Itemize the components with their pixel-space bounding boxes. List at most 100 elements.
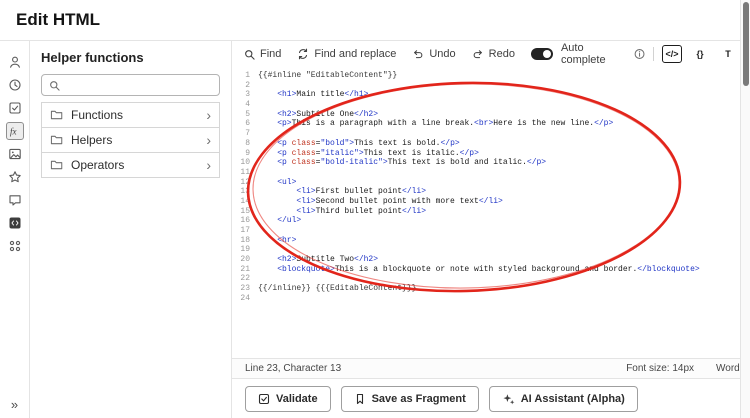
- rail-item-components[interactable]: [6, 237, 24, 255]
- code-text: <p class="italic">This text is italic.</…: [277, 148, 479, 158]
- editor-column: Find Find and replace Undo Redo Auto com…: [232, 41, 750, 418]
- find-button[interactable]: Find: [244, 48, 281, 60]
- code-line[interactable]: 1 {{#inline "EditableContent"}}: [232, 71, 750, 81]
- save-as-fragment-button[interactable]: Save as Fragment: [340, 385, 479, 412]
- find-and-replace-button[interactable]: Find and replace: [297, 48, 396, 60]
- undo-button[interactable]: Undo: [412, 48, 456, 60]
- code-line[interactable]: 22: [232, 274, 750, 284]
- vertical-scrollbar[interactable]: [740, 0, 750, 418]
- group-label: Functions: [71, 108, 124, 122]
- comment-icon: [8, 195, 21, 206]
- chevron-right-icon: ›: [206, 107, 211, 123]
- code-line[interactable]: 23 {{/inline}} {{{EditableContent}}}: [232, 284, 750, 294]
- auto-complete-toggle[interactable]: [530, 48, 553, 60]
- rail-item-tasks[interactable]: [6, 99, 24, 117]
- code-line[interactable]: 6 <p>This is a paragraph with a line bre…: [232, 119, 750, 129]
- code-text: <p class="bold-italic">This text is bold…: [277, 158, 547, 168]
- code-line[interactable]: 11: [232, 168, 750, 178]
- auto-complete-label: Auto complete: [560, 42, 606, 66]
- line-number: 20: [240, 255, 250, 265]
- scrollbar-thumb[interactable]: [743, 2, 749, 86]
- code-editor[interactable]: 1 {{#inline "EditableContent"}} 2 3 <h1>Mai…: [232, 67, 750, 358]
- redo-button[interactable]: Redo: [472, 48, 515, 60]
- rail-item-favorites[interactable]: [6, 168, 24, 186]
- code-lines: 1 {{#inline "EditableContent"}} 2 3 <h1>Mai…: [232, 71, 750, 304]
- code-text: <li>Third bullet point</li>: [296, 206, 427, 216]
- cursor-position: Line 23, Character 13: [245, 363, 342, 374]
- expand-rail-button[interactable]: »: [0, 397, 29, 412]
- code-line[interactable]: 21 <blockquote>This is a blockquote or n…: [232, 265, 750, 275]
- undo-label: Undo: [429, 48, 456, 60]
- rail-item-images[interactable]: [6, 145, 24, 163]
- code-line[interactable]: 9 <p class="italic">This text is italic.…: [232, 149, 750, 159]
- info-icon[interactable]: [634, 48, 645, 60]
- find-replace-icon: [299, 48, 308, 60]
- folder-icon: [50, 110, 63, 120]
- line-number: 7: [245, 129, 250, 139]
- panel-title: Helper functions: [41, 50, 144, 65]
- line-number: 24: [240, 293, 250, 303]
- find-label: Find: [260, 48, 282, 60]
- rail-item-comments[interactable]: [6, 191, 24, 209]
- group-row-helpers[interactable]: Helpers ›: [41, 127, 220, 153]
- ai-assistant-label: AI Assistant (Alpha): [520, 392, 625, 405]
- code-text: <blockquote>This is a blockquote or note…: [277, 264, 700, 274]
- line-number: 5: [245, 109, 250, 119]
- code-line[interactable]: 19: [232, 245, 750, 255]
- helper-functions-panel: Helper functions Functions › Helpers › O…: [30, 41, 232, 418]
- rail-item-history[interactable]: [6, 76, 24, 94]
- code-text: <h1>Main title</h1>: [277, 90, 369, 100]
- font-size-setting: Font size: 14px: [626, 363, 694, 374]
- line-number: 19: [240, 245, 250, 255]
- edit-html-page: Edit HTML fx » Helper functions Function…: [0, 0, 750, 418]
- rail-item-user[interactable]: [6, 53, 24, 71]
- code-line[interactable]: 15 <li>Third bullet point</li>: [232, 207, 750, 217]
- code-line[interactable]: 13 <li>First bullet point</li>: [232, 187, 750, 197]
- code-line[interactable]: 5 <h2>Subtitle One</h2>: [232, 110, 750, 120]
- validate-icon: [258, 393, 270, 404]
- redo-label: Redo: [488, 48, 515, 60]
- search-input[interactable]: [66, 79, 212, 91]
- code-line[interactable]: 16 </ul>: [232, 216, 750, 226]
- mode-button-braces[interactable]: {}: [690, 45, 710, 63]
- code-text: <li>First bullet point</li>: [296, 187, 427, 197]
- mode-button-text[interactable]: T: [718, 45, 738, 63]
- line-number: 14: [240, 196, 250, 206]
- code-line[interactable]: 20 <h2>Subtitle Two</h2>: [232, 255, 750, 265]
- checkbox-icon: [8, 102, 21, 114]
- page-title: Edit HTML: [16, 10, 101, 29]
- line-number: 18: [240, 235, 250, 245]
- rail-item-code-block[interactable]: [6, 214, 24, 232]
- code-line[interactable]: 3 <h1>Main title</h1>: [232, 90, 750, 100]
- code-line[interactable]: 4: [232, 100, 750, 110]
- validate-button[interactable]: Validate: [245, 385, 331, 412]
- svg-text:fx: fx: [10, 127, 17, 137]
- line-number: 2: [245, 80, 250, 90]
- code-line[interactable]: 24: [232, 294, 750, 304]
- code-line[interactable]: 14 <li>Second bullet point with more tex…: [232, 197, 750, 207]
- line-number: 10: [240, 158, 250, 168]
- code-line[interactable]: 12 <ul>: [232, 178, 750, 188]
- code-line[interactable]: 17: [232, 226, 750, 236]
- ai-assistant-button[interactable]: AI Assistant (Alpha): [488, 385, 638, 412]
- code-text: {{#inline "EditableContent"}}: [258, 71, 398, 80]
- validate-label: Validate: [276, 392, 318, 405]
- line-number: 6: [245, 119, 250, 129]
- code-line[interactable]: 10 <p class="bold-italic">This text is b…: [232, 158, 750, 168]
- code-text: <ul>: [277, 177, 297, 187]
- line-number: 21: [240, 264, 250, 274]
- code-line[interactable]: 8 <p class="bold">This text is bold.</p>: [232, 139, 750, 149]
- group-row-functions[interactable]: Functions ›: [41, 102, 220, 128]
- image-icon: [8, 148, 21, 160]
- code-line[interactable]: 7: [232, 129, 750, 139]
- find-and-replace-label: Find and replace: [314, 48, 397, 60]
- group-row-operators[interactable]: Operators ›: [41, 152, 220, 178]
- mode-button-code[interactable]: </>: [661, 45, 682, 63]
- editor-status-bar: Line 23, Character 13 Font size: 14px Wo…: [232, 358, 750, 378]
- content: fx » Helper functions Functions › Helper…: [0, 40, 750, 418]
- code-line[interactable]: 18 <hr>: [232, 236, 750, 246]
- folder-icon: [50, 160, 63, 170]
- code-line[interactable]: 2: [232, 81, 750, 91]
- rail-item-helper-functions[interactable]: fx: [5, 122, 24, 140]
- search-icon: [50, 80, 60, 91]
